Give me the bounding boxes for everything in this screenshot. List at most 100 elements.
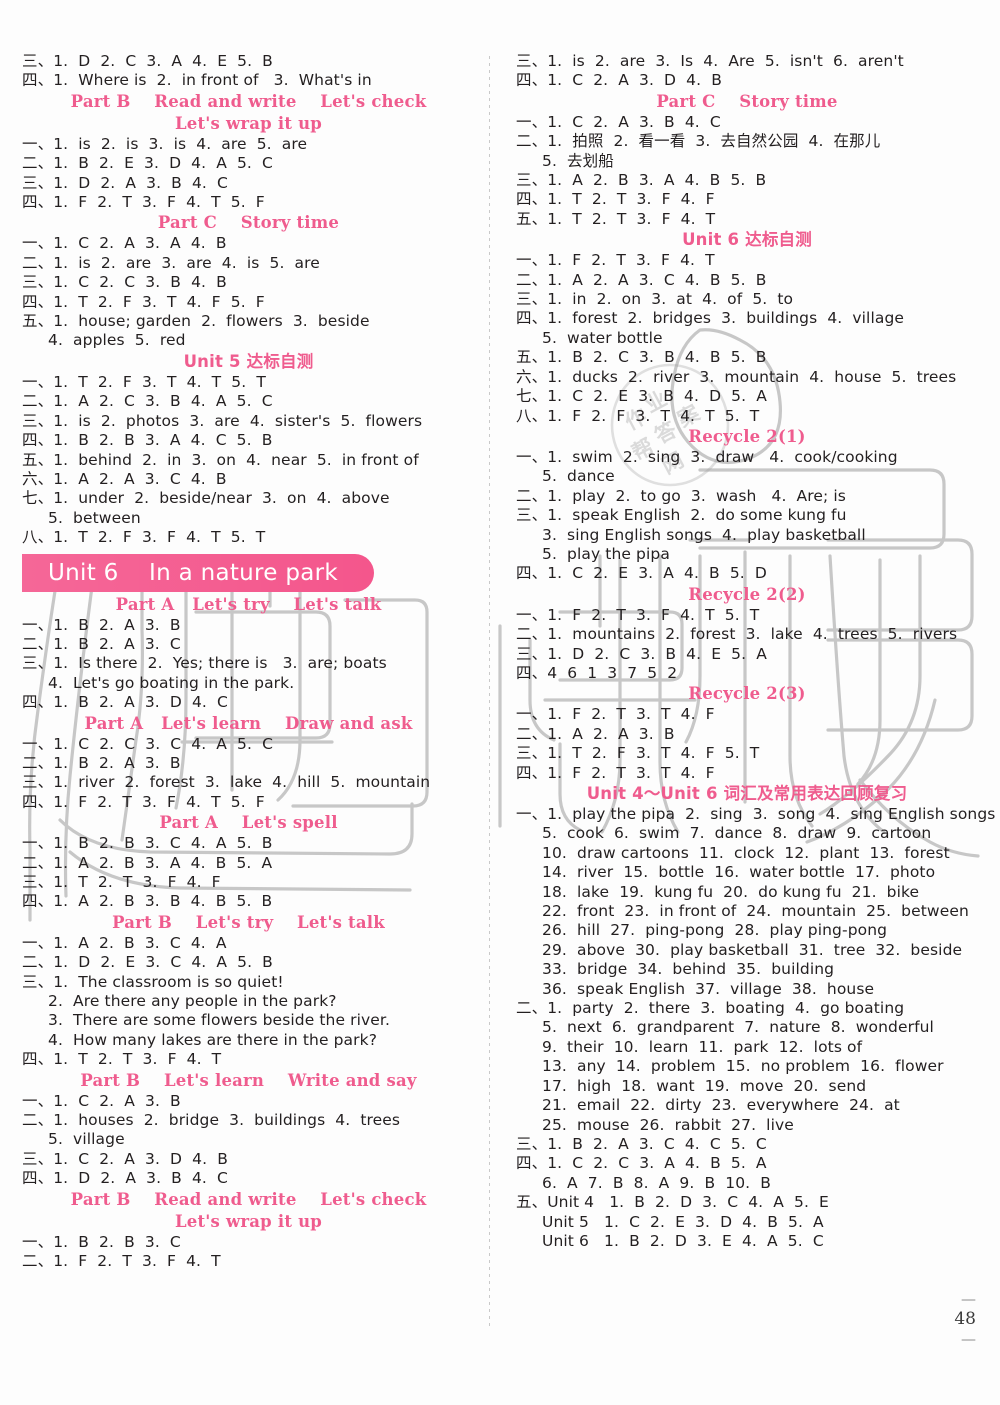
answer-line: 三、1. is 2. photos 3. are 4. sister's 5. … (22, 411, 423, 430)
answer-line: 17. high 18. want 19. move 20. send (542, 1076, 867, 1095)
answer-line: 四、1. forest 2. bridges 3. buildings 4. v… (516, 309, 905, 328)
answer-line: 六、1. ducks 2. river 3. mountain 4. house… (516, 367, 957, 386)
answer-line: 六、1. A 2. A 3. C 4. B (22, 469, 227, 488)
answer-line: 一、1. F 2. T 3. T 4. F (516, 705, 715, 724)
answer-line: 三、1. C 2. A 3. D 4. B (22, 1149, 228, 1168)
answer-line: 八、1. F 2. F 3. T 4. T 5. T (516, 406, 760, 425)
answer-line: 四、1. F 2. T 3. F 4. T 5. F (22, 792, 265, 811)
answer-line: 三、1. B 2. A 3. C 4. C 5. C (516, 1134, 767, 1153)
answer-line: 5. between (48, 508, 141, 527)
answer-key-page: 作业 帮答案 网 三、1. D 2. C 3. A 4. E 5. B 四、1. … (0, 0, 1000, 1405)
answer-line: 二、1. party 2. there 3. boating 4. go boa… (516, 999, 905, 1018)
answer-line: 5. dance (542, 467, 615, 486)
unit-banner: Unit 6 In a nature park (22, 553, 475, 592)
answer-line: 二、1. B 2. A 3. C (22, 634, 181, 653)
right-answer-column: 三、1. is 2. are 3. Is 4. Are 5. isn't 6. … (490, 52, 996, 1251)
footer-dash-left: — (961, 1290, 976, 1308)
answer-line: 二、1. houses 2. bridge 3. buildings 4. tr… (22, 1111, 401, 1130)
answer-line: 13. any 14. problem 15. no problem 16. f… (542, 1057, 944, 1076)
answer-line: 二、1. D 2. E 3. C 4. A 5. B (22, 953, 273, 972)
answer-line: 三、1. D 2. A 3. B 4. C (22, 173, 228, 192)
answer-line: 四、1. B 2. B 3. A 4. C 5. B (22, 431, 273, 450)
answer-line: 五、1. T 2. T 3. F 4. T (516, 209, 716, 228)
answer-line: 26. hill 27. ping-pong 28. play ping-pon… (542, 921, 888, 940)
answer-line: 二、1. B 2. E 3. D 4. A 5. C (22, 154, 273, 173)
section-heading: Recycle 2(1) (688, 426, 806, 446)
section-heading: Let's wrap it up (174, 1211, 323, 1231)
answer-line: 5. village (48, 1130, 125, 1149)
answer-line: 5. next 6. grandparent 7. nature 8. wond… (542, 1018, 934, 1037)
answer-line: Unit 5 1. C 2. E 3. D 4. B 5. A (542, 1212, 824, 1231)
answer-line: 一、1. F 2. T 3. F 4. T (516, 251, 715, 270)
answer-line: 6. A 7. B 8. A 9. B 10. B (542, 1173, 771, 1192)
answer-line: 八、1. T 2. F 3. F 4. T 5. T (22, 528, 266, 547)
answer-line: 5. cook 6. swim 7. dance 8. draw 9. cart… (542, 824, 932, 843)
answer-line: 9. their 10. learn 11. park 12. lots of (542, 1037, 863, 1056)
section-heading: Unit 6 达标自测 (682, 230, 812, 250)
answer-line: 一、1. play the pipa 2. sing 3. song 4. si… (516, 805, 996, 823)
answer-line: 三、1. T 2. T 3. F 4. F (22, 873, 221, 891)
answer-line: 一、1. C 2. C 3. C 4. A 5. C (22, 734, 274, 753)
answer-line: 25. mouse 26. rabbit 27. live (542, 1115, 794, 1134)
answer-line: 四、4 6 1 3 7 5 2 (516, 663, 678, 682)
answer-line: 二、1. mountains 2. forest 3. lake 4. tree… (516, 625, 958, 644)
answer-line: 22. front 23. in front of 24. mountain 2… (542, 902, 969, 921)
section-heading: Part C Story time (656, 91, 838, 111)
section-heading: Part B Read and write Let's check (70, 91, 427, 111)
answer-line: 四、1. B 2. A 3. D 4. C (22, 693, 228, 712)
section-heading: Part B Let's try Let's talk (112, 912, 385, 932)
answer-line: 三、1. D 2. C 3. B 4. E 5. A (516, 644, 767, 663)
answer-line: 四、1. C 2. C 3. A 4. B 5. A (516, 1154, 767, 1173)
answer-line: 五、1. behind 2. in 3. on 4. near 5. in fr… (22, 450, 419, 469)
answer-line: 4. apples 5. red (48, 331, 186, 350)
section-heading: Part A Let's spell (159, 813, 338, 833)
unit-banner-title: Unit 6 In a nature park (48, 559, 339, 586)
section-heading: Part C Story time (157, 213, 340, 233)
answer-line: 五、1. B 2. C 3. B 4. B 5. B (516, 348, 767, 367)
answer-line: 七、1. C 2. E 3. B 4. D 5. A (516, 387, 767, 406)
answer-line: Unit 6 1. B 2. D 3. E 4. A 5. C (542, 1231, 824, 1250)
answer-line: 29. above 30. play basketball 31. tree 3… (542, 940, 963, 959)
answer-line: 七、1. under 2. beside/near 3. on 4. above (22, 489, 390, 508)
answer-line: 五、1. house; garden 2. flowers 3. beside (22, 312, 370, 331)
answer-line: 四、1. T 2. F 3. T 4. F 5. F (22, 292, 265, 311)
answer-line: 36. speak English 37. village 38. house (542, 979, 875, 998)
answer-line: 一、1. C 2. A 3. B (22, 1091, 181, 1110)
answer-line: 二、1. B 2. A 3. B (22, 753, 181, 772)
answer-line: 四、1. D 2. A 3. B 4. C (22, 1169, 228, 1188)
answer-line: 三、1. The classroom is so quiet! (22, 972, 284, 991)
answer-line: 二、1. 拍照 2. 看一看 3. 去自然公园 4. 在那儿 (516, 132, 881, 151)
section-heading: Part B Let's learn Write and say (80, 1070, 417, 1090)
answer-line: 二、1. is 2. are 3. are 4. is 5. are (22, 253, 320, 272)
answer-line: 2. Are there any people in the park? (48, 992, 337, 1011)
section-heading: Recycle 2(2) (688, 584, 806, 604)
answer-line: 一、1. swim 2. sing 3. draw 4. cook/cookin… (516, 447, 898, 466)
section-heading: Recycle 2(3) (688, 684, 806, 704)
answer-line: 14. river 15. bottle 16. water bottle 17… (542, 863, 936, 882)
section-heading: Let's wrap it up (174, 113, 323, 133)
section-heading: Part A Let's learn Draw and ask (84, 713, 413, 733)
answer-line: 二、1. F 2. T 3. F 4. T (22, 1252, 221, 1271)
answer-line: 三、1. A 2. B 3. A 4. B 5. B (516, 171, 767, 190)
answer-line: 18. lake 19. kung fu 20. do kung fu 21. … (542, 882, 920, 901)
answer-line: 一、1. T 2. F 3. T 4. T 5. T (22, 372, 266, 391)
section-heading: Unit 5 达标自测 (183, 351, 314, 371)
answer-line: 一、1. C 2. A 3. A 4. B (22, 234, 227, 253)
left-answer-column: 三、1. D 2. C 3. A 4. E 5. B 四、1. Where is … (22, 52, 489, 1272)
answer-line: 5. water bottle (542, 328, 663, 347)
answer-line: 三、1. C 2. C 3. B 4. B (22, 273, 227, 292)
answer-line: 一、1. F 2. T 3. F 4. T 5. T (516, 605, 760, 624)
answer-line: 一、1. A 2. B 3. C 4. A (22, 933, 227, 952)
answer-line: 四、1. T 2. T 3. F 4. T (22, 1050, 222, 1069)
answer-line: 二、1. A 2. C 3. B 4. A 5. C (22, 392, 273, 411)
answer-line: 三、1. is 2. are 3. Is 4. Are 5. isn't 6. … (516, 52, 904, 70)
answer-line: 四、1. F 2. T 3. T 4. F (516, 763, 715, 782)
answer-line: 二、1. A 2. B 3. A 4. B 5. A (22, 853, 273, 872)
answer-line: 三、1. D 2. C 3. A 4. E 5. B (22, 52, 273, 70)
answer-line: 五、Unit 4 1. B 2. D 3. C 4. A 5. E (516, 1193, 829, 1212)
answer-line: 4. How many lakes are there in the park? (48, 1030, 378, 1049)
answer-line: 四、1. F 2. T 3. F 4. T 5. F (22, 193, 265, 212)
answer-line: 四、1. C 2. A 3. D 4. B (516, 71, 722, 90)
answer-line: 21. email 22. dirty 23. everywhere 24. a… (542, 1096, 900, 1115)
answer-line: 二、1. play 2. to go 3. wash 4. Are; is (516, 486, 846, 505)
